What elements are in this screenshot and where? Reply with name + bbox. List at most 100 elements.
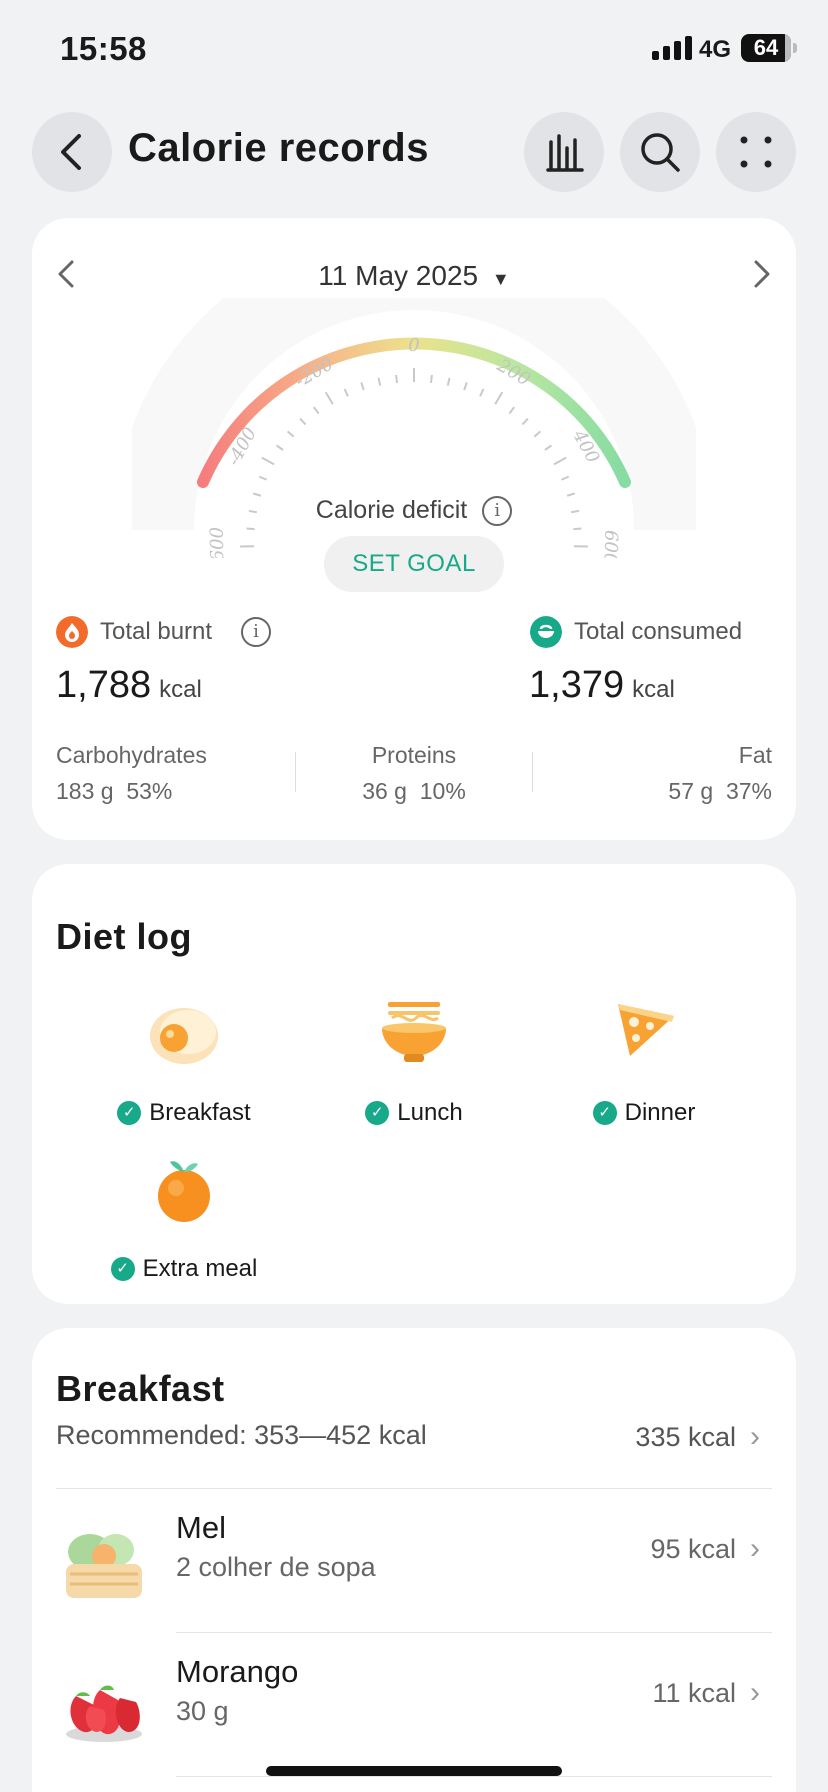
set-goal-button[interactable]: SET GOAL	[324, 536, 504, 592]
gauge-tick	[430, 374, 433, 384]
gauge-tick-label: -600	[207, 527, 229, 558]
proteins-grams: 36 g	[362, 778, 407, 804]
breakfast-title: Breakfast	[56, 1368, 225, 1409]
gauge-tick	[544, 444, 553, 451]
food-kcal-value: 95 kcal	[650, 1534, 736, 1564]
page-title: Calorie records	[128, 126, 429, 170]
burnt-number: 1,788	[56, 664, 152, 706]
check-icon: ✓	[592, 1101, 617, 1125]
food-item[interactable]: Morango 30 g 11 kcal ›	[32, 1636, 796, 1776]
chevron-right-icon: ›	[750, 1532, 760, 1565]
gauge-tick	[508, 406, 515, 415]
recommended-range: Recommended: 353—452 kcal	[56, 1420, 427, 1450]
gauge-tick	[395, 374, 398, 384]
more-dots-icon	[740, 136, 772, 168]
consumed-unit: kcal	[632, 676, 675, 703]
gauge-tick	[479, 388, 485, 397]
gauge-tick-label: 600	[599, 530, 621, 558]
gauge-tick	[324, 391, 334, 405]
more-button[interactable]	[716, 112, 796, 192]
summary-card: 11 May 2025 ▼ -800-600-400-2000200400600…	[32, 218, 796, 840]
food-kcal-value: 11 kcal	[652, 1678, 736, 1708]
burn-flame-icon	[56, 616, 88, 648]
macro-divider	[532, 752, 533, 792]
divider	[56, 1488, 772, 1489]
divider	[176, 1632, 772, 1633]
gauge-tick	[286, 430, 295, 438]
deficit-label: Calorie deficit	[315, 496, 468, 524]
strawberry-icon	[66, 1685, 142, 1742]
proteins-label: Proteins	[371, 742, 457, 768]
chart-button[interactable]	[524, 112, 604, 192]
meal-label: Dinner	[624, 1099, 696, 1126]
burnt-info-icon[interactable]: i	[241, 617, 271, 647]
status-time: 15:58	[60, 30, 147, 67]
gauge-tick	[299, 417, 307, 426]
orange-icon	[158, 1161, 210, 1222]
status-bar: 15:58 4G 64	[0, 0, 828, 100]
caret-down-icon: ▼	[491, 269, 510, 289]
meal-lunch[interactable]: ✓ Lunch	[304, 994, 524, 1127]
gauge-tick	[553, 456, 567, 466]
gauge-tick	[573, 527, 582, 531]
gauge-tick	[313, 406, 320, 415]
gauge-tick	[258, 475, 267, 481]
back-button[interactable]	[32, 112, 112, 192]
gauge-tick	[246, 527, 255, 531]
meal-breakfast[interactable]: ✓ Breakfast	[74, 994, 294, 1127]
check-icon: ✓	[365, 1101, 390, 1125]
gauge-tick	[533, 430, 542, 438]
food-item[interactable]: Mel 2 colher de sopa 95 kcal ›	[32, 1492, 796, 1632]
breakfast-summary-row[interactable]: Recommended: 353—452 kcal 335 kcal ›	[56, 1420, 772, 1454]
gauge-tick	[521, 417, 529, 426]
burnt-unit: kcal	[159, 676, 202, 703]
date-label: 11 May 2025	[318, 260, 479, 291]
divider	[176, 1776, 772, 1777]
diet-log-title: Diet log	[56, 916, 192, 957]
meal-label: Breakfast	[149, 1099, 251, 1126]
breakfast-total: 335 kcal ›	[635, 1420, 760, 1454]
deficit-row: Calorie deficit i	[32, 496, 796, 527]
check-icon: ✓	[110, 1257, 135, 1281]
food-name: Mel	[176, 1510, 226, 1545]
gauge-tick	[261, 456, 275, 466]
burnt-value: 1,788 kcal	[56, 664, 202, 707]
breakfast-total-kcal: 335 kcal	[635, 1422, 736, 1452]
gauge-tick	[446, 377, 451, 386]
gauge-tick	[494, 391, 504, 405]
back-arrow-icon	[61, 134, 81, 170]
food-kcal: 95 kcal ›	[650, 1532, 760, 1566]
fat-percent: 37%	[725, 778, 772, 804]
food-kcal: 11 kcal ›	[652, 1676, 760, 1710]
diet-log-card: Diet log ✓ Breakfast ✓ Lunch ✓ Dinner ✓ Extr…	[32, 864, 796, 1304]
bar-chart-icon	[546, 134, 584, 172]
search-button[interactable]	[620, 112, 700, 192]
battery-tip	[793, 43, 797, 53]
consumed-value: 1,379 kcal	[529, 664, 675, 707]
gauge-tick	[463, 382, 468, 391]
gauge-tick	[561, 475, 570, 481]
meal-extra[interactable]: ✓ Extra meal	[74, 1150, 294, 1283]
date-picker[interactable]: 11 May 2025 ▼	[32, 260, 796, 292]
food-amount: 2 colher de sopa	[176, 1552, 376, 1582]
chevron-right-icon: ›	[750, 1420, 760, 1453]
meal-label: Lunch	[397, 1099, 463, 1126]
egg-icon	[150, 1008, 218, 1064]
proteins-percent: 10%	[419, 778, 466, 804]
consumed-label: Total consumed	[574, 618, 743, 645]
date-selector: 11 May 2025 ▼	[32, 244, 796, 304]
meal-label: Extra meal	[142, 1255, 258, 1282]
consumed-number: 1,379	[529, 664, 625, 706]
bowl-icon	[382, 1002, 446, 1062]
meal-dinner[interactable]: ✓ Dinner	[534, 994, 754, 1127]
food-amount: 30 g	[176, 1696, 229, 1726]
fat-label: Fat	[738, 742, 772, 768]
fat-grams: 57 g	[668, 778, 714, 804]
fat-value: 57 g 37%	[668, 778, 772, 805]
info-icon[interactable]: i	[482, 496, 513, 527]
breakfast-card: Breakfast Recommended: 353—452 kcal 335 …	[32, 1328, 796, 1792]
next-day-icon[interactable]	[752, 258, 772, 290]
battery-icon: 64	[741, 34, 791, 62]
gauge-tick-label: 0	[408, 335, 419, 356]
signal-icon	[652, 36, 692, 60]
